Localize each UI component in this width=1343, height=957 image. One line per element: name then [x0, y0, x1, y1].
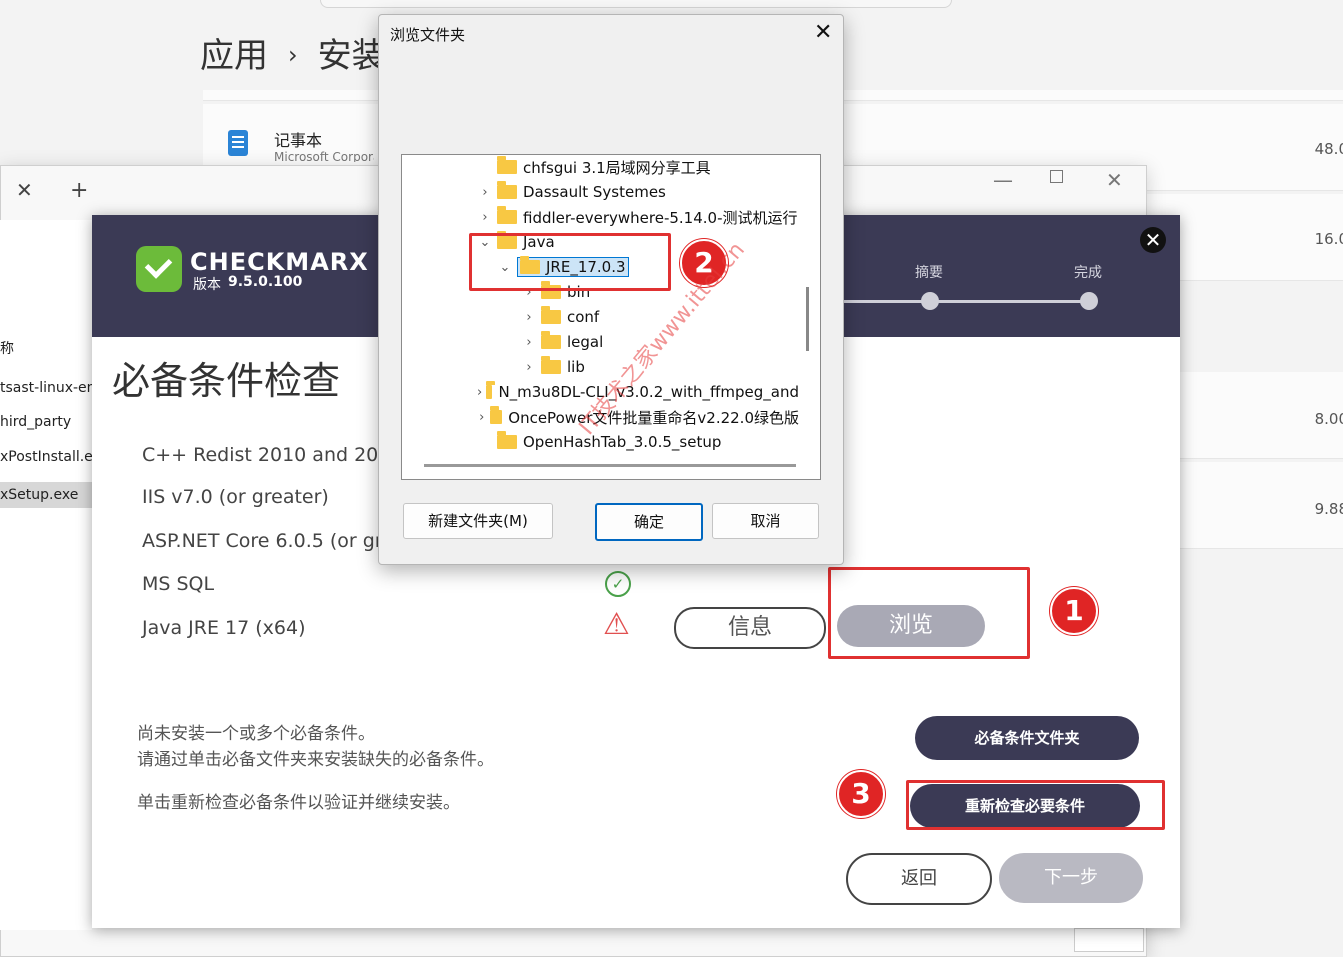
dialog-title: 浏览文件夹	[390, 26, 466, 44]
requirement-name: C++ Redist 2010 and 2015	[142, 444, 403, 466]
info-button[interactable]: 信息	[674, 607, 826, 649]
page-title: 必备条件检查	[112, 359, 341, 403]
warning-icon: ⚠	[603, 607, 630, 642]
folder-icon	[541, 331, 561, 349]
tree-item-label: fiddler-everywhere-5.14.0-测试机运行	[523, 208, 798, 227]
app-size: 9.88	[1314, 500, 1343, 518]
list-item[interactable]: tsast-linux-en	[0, 380, 92, 396]
settings-search-bar[interactable]	[320, 0, 952, 8]
tree-item-label: Dassault Systemes	[523, 183, 666, 201]
requirement-name: IIS v7.0 (or greater)	[142, 486, 329, 508]
message-line: 单击重新检查必备条件以验证并继续安装。	[137, 793, 460, 813]
list-item[interactable]: xPostInstall.e	[0, 449, 92, 465]
vertical-scrollbar[interactable]	[806, 287, 809, 351]
notepad-icon	[228, 130, 248, 156]
step-label-finish: 完成	[1074, 265, 1102, 281]
step-dot-finish	[1080, 292, 1098, 310]
chevron-right-icon[interactable]: ›	[521, 335, 537, 350]
tree-item-label: N_m3u8DL-CLI_v3.0.2_with_ffmpeg_and	[498, 383, 799, 401]
breadcrumb-separator: ›	[288, 41, 298, 69]
prereq-folder-button[interactable]: 必备条件文件夹	[915, 716, 1139, 760]
breadcrumb-current: 安装	[317, 36, 386, 76]
requirement-name: MS SQL	[142, 573, 215, 595]
tree-item-label: conf	[567, 308, 600, 326]
next-button[interactable]: 下一步	[999, 853, 1143, 903]
cancel-button[interactable]: 取消	[712, 503, 819, 539]
step-dot-summary	[921, 292, 939, 310]
app-size: 8.00	[1314, 410, 1343, 428]
folder-icon	[497, 431, 517, 449]
annotation-box-recheck	[906, 780, 1165, 830]
chevron-right-icon[interactable]: ›	[477, 185, 493, 200]
back-button[interactable]: 返回	[846, 853, 992, 905]
annotation-badge-3: 3	[837, 770, 885, 818]
new-tab-icon[interactable]: +	[70, 178, 88, 203]
app-name: 记事本	[274, 131, 323, 150]
maximize-icon[interactable]	[1050, 170, 1063, 183]
tree-item[interactable]: › OncePower文件批量重命名v2.22.0绿色版	[477, 405, 799, 429]
tree-item-label: legal	[567, 333, 604, 351]
message-line: 尚未安装一个或多个必备条件。	[137, 724, 375, 744]
tree-item[interactable]: › fiddler-everywhere-5.14.0-测试机运行	[477, 205, 798, 229]
annotation-box-jre	[469, 233, 671, 291]
checkmarx-logo	[136, 246, 182, 292]
close-icon[interactable]: ✕	[1106, 168, 1123, 192]
file-list: 称 tsast-linux-en hird_party xPostInstall…	[0, 220, 92, 930]
brand-name: CHECKMARX	[190, 248, 369, 276]
breadcrumb-parent[interactable]: 应用	[200, 36, 268, 76]
tree-item[interactable]: › N_m3u8DL-CLI_v3.0.2_with_ffmpeg_and	[477, 380, 799, 404]
version-number: 9.5.0.100	[228, 274, 303, 290]
tree-item[interactable]: OpenHashTab_3.0.5_setup	[477, 430, 721, 454]
tree-item[interactable]: › lib	[521, 355, 585, 379]
message-line: 请通过单击必备文件夹来安装缺失的必备条件。	[137, 750, 494, 770]
list-item[interactable]: hird_party	[0, 414, 92, 430]
chevron-right-icon[interactable]: ›	[521, 360, 537, 375]
folder-icon	[497, 206, 517, 224]
tree-item-label: chfsgui 3.1局域网分享工具	[523, 158, 711, 177]
app-size: 48.0	[1314, 140, 1343, 158]
horizontal-scrollbar[interactable]	[424, 464, 796, 467]
tree-item[interactable]: › Dassault Systemes	[477, 180, 666, 204]
close-icon[interactable]: ✕	[814, 20, 832, 45]
folder-icon	[541, 306, 561, 324]
folder-icon	[541, 356, 561, 374]
chevron-right-icon[interactable]: ›	[477, 385, 482, 400]
new-folder-button[interactable]: 新建文件夹(M)	[403, 503, 553, 539]
tree-item-label: OpenHashTab_3.0.5_setup	[523, 433, 722, 451]
minimize-icon[interactable]: —	[993, 168, 1013, 192]
close-tab-icon[interactable]: ✕	[16, 178, 33, 202]
annotation-box-browse	[828, 567, 1030, 659]
list-item-selected[interactable]: xSetup.exe	[0, 482, 92, 508]
tree-item-label: OncePower文件批量重命名v2.22.0绿色版	[508, 408, 799, 427]
close-icon[interactable]: ✕	[1140, 227, 1166, 253]
tree-item[interactable]: › legal	[521, 330, 603, 354]
breadcrumb: 应用 › 安装	[200, 28, 386, 77]
app-publisher: Microsoft Corporation	[274, 150, 374, 162]
check-circle-icon: ✓	[605, 571, 631, 597]
progress-line	[835, 300, 1090, 303]
chevron-right-icon[interactable]: ›	[521, 310, 537, 325]
chevron-right-icon[interactable]: ›	[477, 210, 493, 225]
tree-item[interactable]: › conf	[521, 305, 599, 329]
annotation-badge-1: 1	[1050, 587, 1098, 635]
version-label: 版本	[193, 277, 221, 293]
annotation-badge-2: 2	[680, 239, 728, 287]
tree-item[interactable]: chfsgui 3.1局域网分享工具	[477, 155, 711, 179]
app-size: 16.0	[1314, 230, 1343, 248]
view-toggle[interactable]	[1074, 928, 1144, 952]
folder-icon	[497, 181, 517, 199]
tree-item-label: lib	[567, 358, 585, 376]
step-label-summary: 摘要	[915, 265, 943, 281]
folder-icon	[497, 156, 517, 174]
ok-button[interactable]: 确定	[595, 503, 703, 541]
chevron-right-icon[interactable]: ›	[477, 410, 486, 425]
requirement-name: Java JRE 17 (x64)	[142, 617, 306, 639]
list-item: 称	[0, 341, 14, 357]
folder-icon	[490, 406, 503, 424]
folder-icon	[486, 381, 496, 399]
